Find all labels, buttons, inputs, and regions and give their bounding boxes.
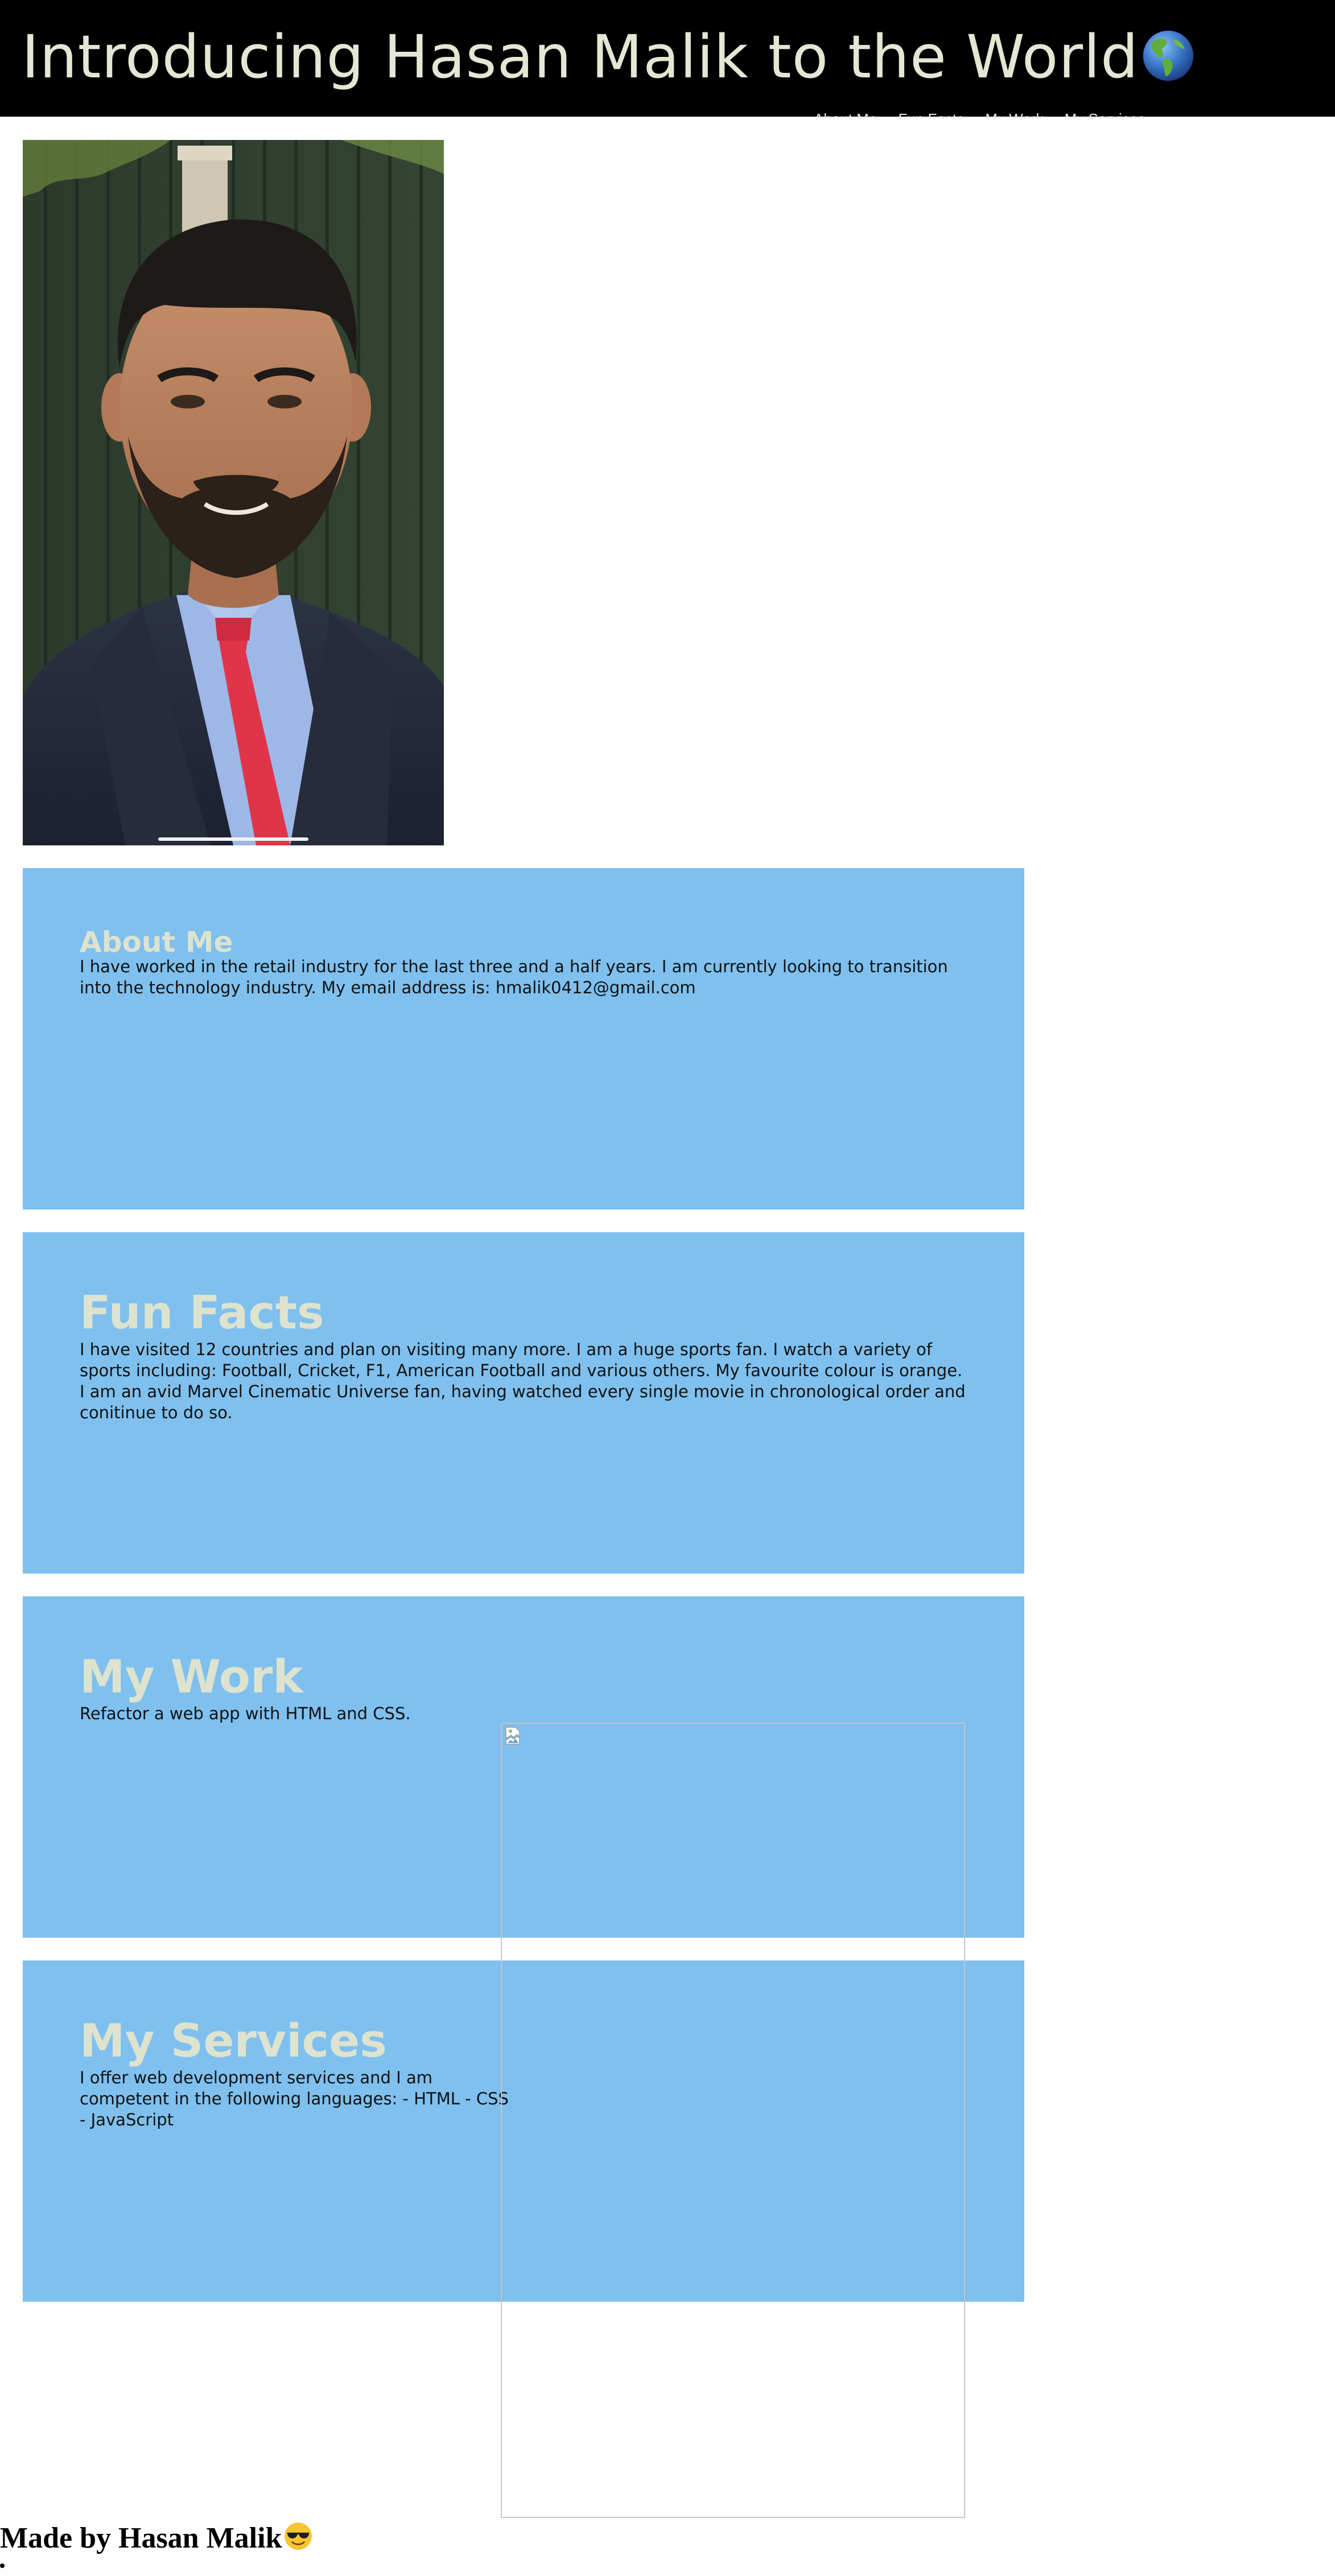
about-heading: About Me: [80, 926, 233, 959]
nav-link-fun-facts[interactable]: Fun Facts: [899, 112, 965, 119]
nav-link-my-work[interactable]: My Work: [985, 112, 1043, 119]
my-services-heading: My Services: [80, 2014, 387, 2067]
site-header: Introducing Hasan Malik to the World Abo…: [0, 0, 1335, 119]
about-text: I have worked in the retail industry for…: [80, 957, 948, 997]
list-bullet: [0, 2563, 5, 2568]
fun-facts-heading: Fun Facts: [80, 1286, 324, 1339]
site-footer: Made by Hasan Malik: [0, 2518, 569, 2569]
nav-bar: About Me Fun Facts My Work My Services: [814, 112, 1162, 119]
profile-photo: [23, 140, 444, 845]
portrait-illustration: [23, 140, 444, 845]
my-services-text: I offer web development services and I a…: [80, 2068, 509, 2129]
nav-link-my-services[interactable]: My Services: [1065, 112, 1146, 119]
site-title: Introducing Hasan Malik to the World: [22, 17, 1196, 97]
about-section: About Me I have worked in the retail ind…: [23, 868, 1024, 1209]
footer-text: Made by Hasan Malik: [0, 2518, 313, 2559]
fun-facts-text: I have visited 12 countries and plan on …: [80, 1340, 966, 1422]
my-work-text: Refactor a web app with HTML and CSS.: [80, 1704, 411, 1723]
footer-label: Made by Hasan Malik: [0, 2522, 282, 2554]
site-title-text: Introducing Hasan Malik to the World: [22, 22, 1139, 92]
sunglasses-face-icon: [284, 2523, 312, 2550]
nav-link-about[interactable]: About Me: [814, 112, 877, 119]
fun-facts-section: Fun Facts I have visited 12 countries an…: [23, 1232, 1024, 1574]
globe-icon: [1143, 30, 1194, 81]
work-image-broken[interactable]: [501, 1723, 965, 2518]
broken-image-icon: [505, 1727, 520, 1745]
my-work-heading: My Work: [80, 1650, 303, 1703]
